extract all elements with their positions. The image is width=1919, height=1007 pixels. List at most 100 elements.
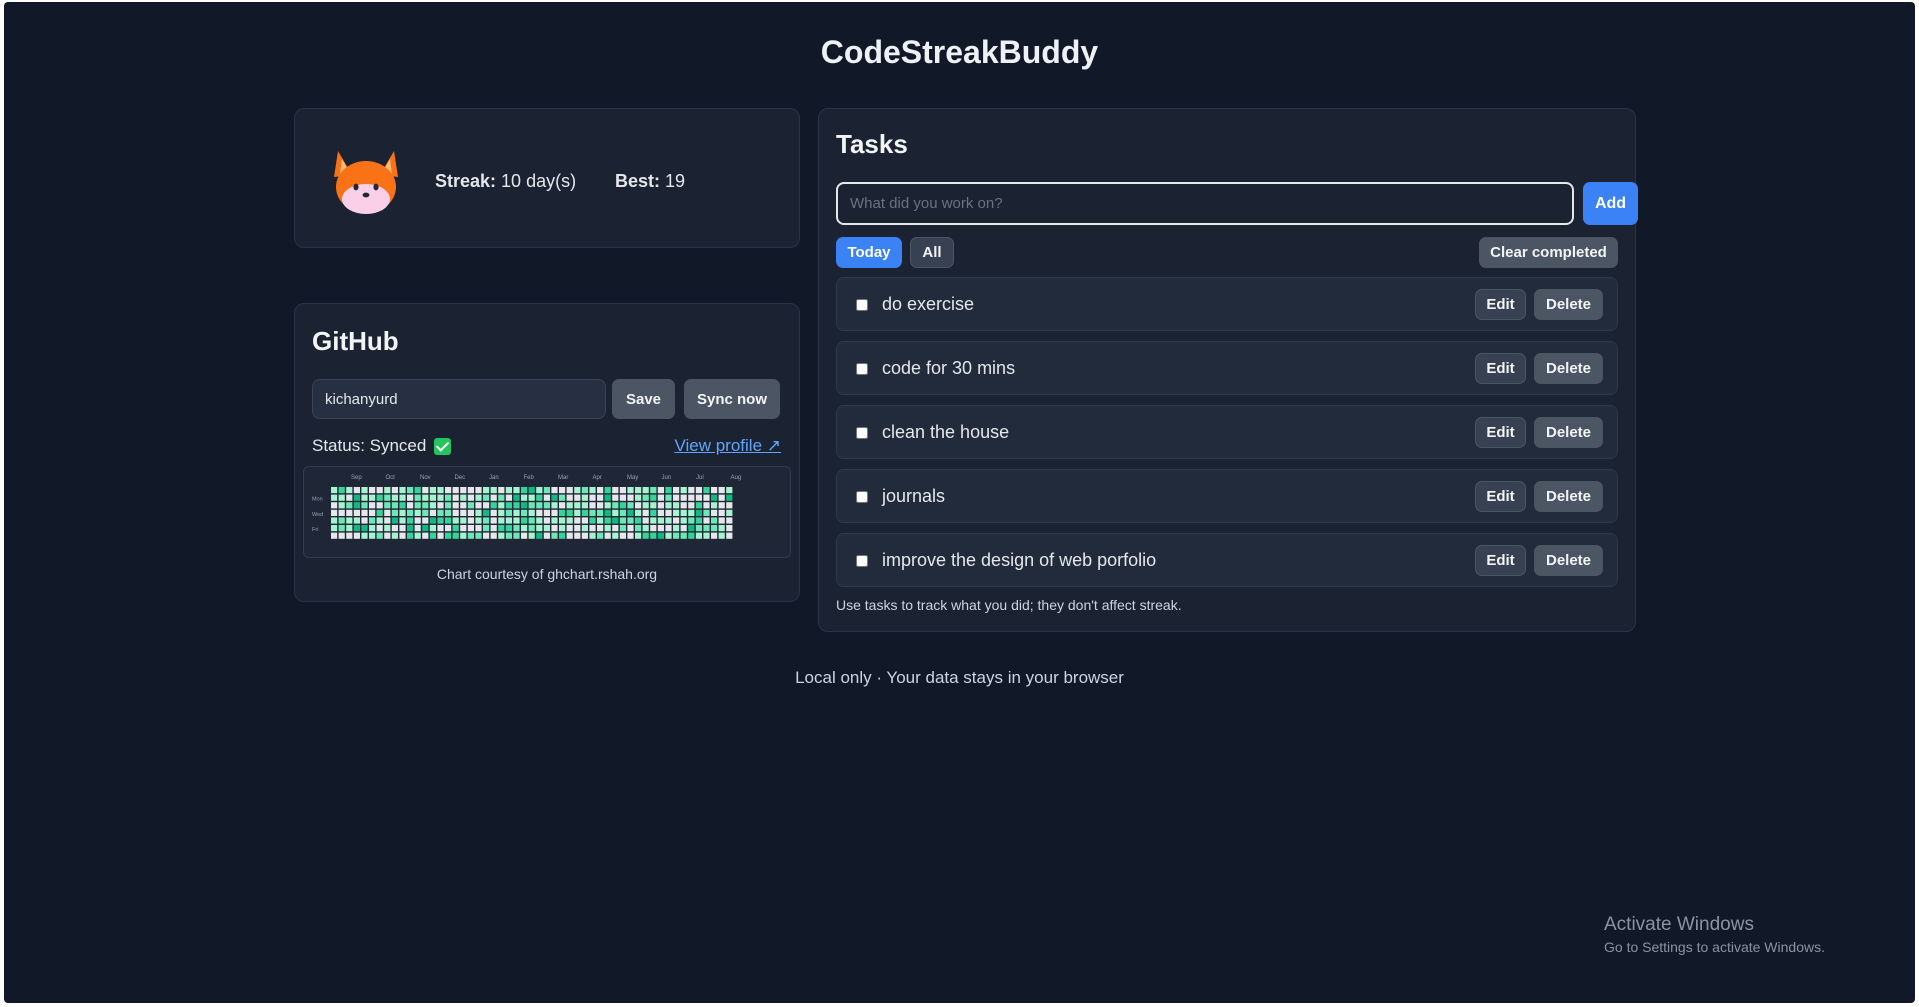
edit-task-button[interactable]: Edit (1475, 481, 1526, 512)
contribution-cell (445, 532, 452, 539)
contribution-cell (589, 509, 596, 516)
contribution-cell (528, 532, 535, 539)
contribution-cell (627, 502, 634, 509)
task-item: improve the design of web porfolio Edit … (836, 533, 1618, 587)
delete-task-button[interactable]: Delete (1534, 545, 1603, 576)
contribution-cell (604, 494, 611, 501)
contribution-cell (711, 525, 718, 532)
task-item: do exercise Edit Delete (836, 277, 1618, 331)
view-profile-link[interactable]: View profile ↗ (674, 436, 781, 456)
contribution-cell (551, 494, 558, 501)
contribution-cell (422, 509, 429, 516)
contribution-cell (543, 502, 550, 509)
edit-task-button[interactable]: Edit (1475, 417, 1526, 448)
contribution-cell (346, 532, 353, 539)
contrib-month-label: Sep (351, 475, 362, 481)
contribution-cell (437, 532, 444, 539)
github-card: GitHub Save Sync now Status: Synced View… (294, 303, 800, 602)
delete-task-button[interactable]: Delete (1534, 353, 1603, 384)
contribution-cell (338, 487, 345, 494)
task-checkbox[interactable] (856, 363, 868, 375)
contribution-cell (619, 525, 626, 532)
sync-now-button[interactable]: Sync now (684, 379, 780, 419)
github-username-input[interactable] (312, 379, 606, 419)
contribution-cell (657, 509, 664, 516)
contribution-cell (437, 525, 444, 532)
best-stat: Best: 19 (615, 171, 685, 192)
contribution-cell (437, 487, 444, 494)
edit-task-button[interactable]: Edit (1475, 353, 1526, 384)
edit-task-button[interactable]: Edit (1475, 289, 1526, 320)
contribution-cell (498, 502, 505, 509)
contribution-cell (483, 509, 490, 516)
contribution-cell (338, 509, 345, 516)
contribution-cell (521, 525, 528, 532)
add-task-button[interactable]: Add (1583, 182, 1638, 225)
contribution-cell (726, 487, 733, 494)
contribution-cell (551, 517, 558, 524)
contribution-cell (665, 502, 672, 509)
contribution-cell (581, 509, 588, 516)
contribution-cell (467, 494, 474, 501)
contribution-cell (612, 509, 619, 516)
contribution-cell (346, 509, 353, 516)
contribution-cell (361, 487, 368, 494)
clear-completed-button[interactable]: Clear completed (1479, 237, 1618, 268)
contribution-cell (574, 509, 581, 516)
contribution-cell (467, 509, 474, 516)
contribution-cell (445, 502, 452, 509)
contribution-cell (627, 487, 634, 494)
task-checkbox[interactable] (856, 299, 868, 311)
contribution-cell (673, 525, 680, 532)
contribution-cell (597, 517, 604, 524)
task-text: improve the design of web porfolio (882, 550, 1157, 570)
contribution-cell (559, 487, 566, 494)
contribution-cell (452, 517, 459, 524)
edit-task-button[interactable]: Edit (1475, 545, 1526, 576)
contrib-month-label: Jun (662, 475, 672, 481)
contribution-cell (399, 494, 406, 501)
contribution-cell (353, 494, 360, 501)
contribution-chart: Sep Oct Nov Dec Jan Feb Mar Apr May Jun Jul Aug Mon W… (303, 466, 791, 558)
save-button[interactable]: Save (612, 379, 675, 419)
contribution-cell (695, 509, 702, 516)
best-label: Best: (615, 171, 661, 191)
contribution-cell (521, 517, 528, 524)
filter-all-button[interactable]: All (910, 237, 954, 268)
task-checkbox[interactable] (856, 491, 868, 503)
contribution-cell (422, 517, 429, 524)
contribution-cell (384, 494, 391, 501)
contribution-cell (642, 502, 649, 509)
task-checkbox[interactable] (856, 555, 868, 567)
contribution-cell (627, 532, 634, 539)
contribution-cell (695, 517, 702, 524)
tasks-note: Use tasks to track what you did; they do… (836, 597, 1182, 613)
task-checkbox[interactable] (856, 427, 868, 439)
contribution-cell (650, 525, 657, 532)
contribution-cell (528, 525, 535, 532)
contribution-cell (475, 517, 482, 524)
contribution-cell (688, 517, 695, 524)
contribution-cell (407, 487, 414, 494)
contribution-cell (680, 517, 687, 524)
contribution-cell (414, 525, 421, 532)
contribution-cell (642, 532, 649, 539)
contribution-cell (460, 494, 467, 501)
delete-task-button[interactable]: Delete (1534, 289, 1603, 320)
streak-label: Streak: (435, 171, 497, 191)
contribution-cell (369, 487, 376, 494)
contribution-cell (460, 487, 467, 494)
filter-today-button[interactable]: Today (836, 237, 902, 268)
contribution-cell (589, 487, 596, 494)
contribution-cell (521, 494, 528, 501)
best-value: 19 (665, 171, 686, 191)
task-input[interactable] (836, 182, 1574, 225)
delete-task-button[interactable]: Delete (1534, 417, 1603, 448)
contribution-cell (536, 525, 543, 532)
contribution-cell (574, 525, 581, 532)
delete-task-button[interactable]: Delete (1534, 481, 1603, 512)
contribution-cell (407, 509, 414, 516)
contribution-cell (437, 494, 444, 501)
contribution-cell (665, 525, 672, 532)
contribution-cell (376, 502, 383, 509)
